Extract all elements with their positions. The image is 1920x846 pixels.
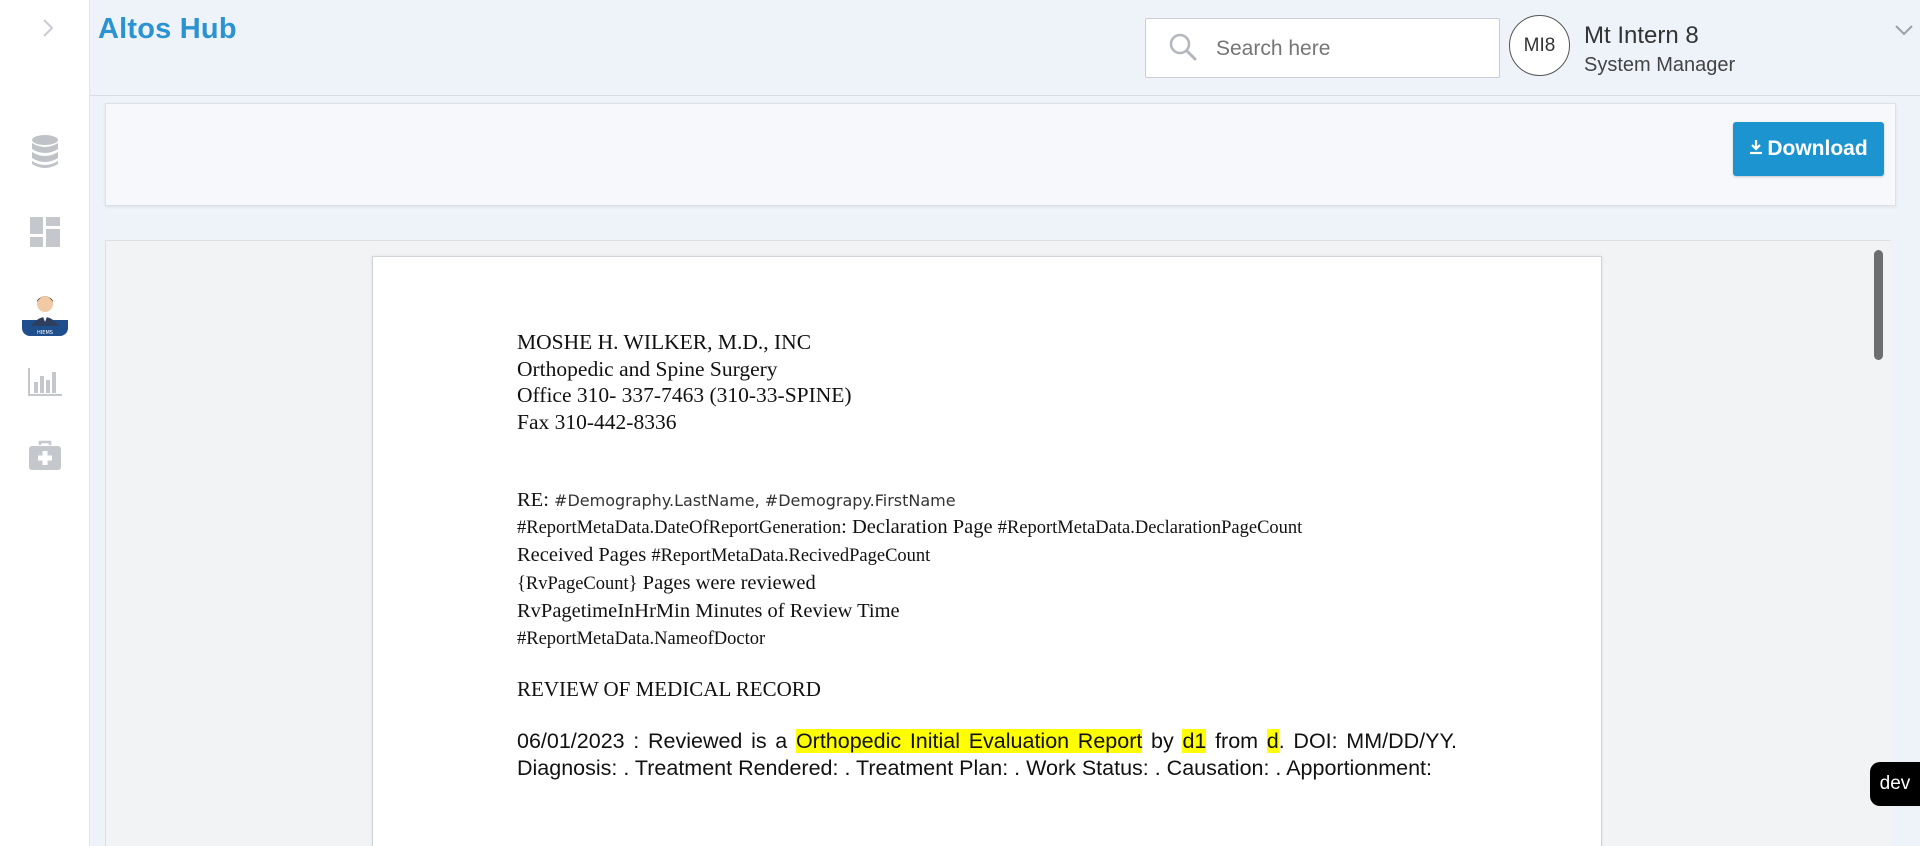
app-title[interactable]: Altos Hub	[98, 13, 237, 46]
download-button[interactable]: Download	[1733, 122, 1884, 176]
download-label: Download	[1767, 137, 1868, 160]
database-icon	[29, 134, 61, 175]
sidebar: HIEMS	[0, 0, 90, 846]
summary-author: d1	[1182, 729, 1207, 753]
declaration-text: : Declaration Page	[841, 516, 998, 538]
review-time-text: Minutes of Review Time	[690, 600, 900, 622]
summary-lead: : Reviewed is a	[624, 729, 796, 753]
search-icon[interactable]	[1168, 32, 1198, 67]
user-role: System Manager	[1584, 54, 1736, 76]
viewer-scrollbar-thumb[interactable]	[1874, 250, 1883, 360]
doctor-placeholder: #ReportMetaData.NameofDoctor	[517, 629, 766, 649]
report-meta-block: RE: #Demography.LastName, #Demograpy.Fir…	[517, 487, 1457, 653]
letterhead-office: Office 310- 337-7463 (310-33-SPINE)	[517, 383, 852, 407]
document-content: MOSHE H. WILKER, M.D., INC Orthopedic an…	[517, 329, 1457, 782]
letterhead-name: MOSHE H. WILKER, M.D., INC	[517, 330, 812, 354]
sidebar-item-database[interactable]	[22, 131, 68, 177]
sidebar-item-dashboard[interactable]	[22, 211, 68, 257]
date-placeholder: #ReportMetaData.DateOfReportGeneration	[517, 518, 842, 538]
sidebar-item-reports[interactable]	[22, 361, 68, 407]
document-page: MOSHE H. WILKER, M.D., INC Orthopedic an…	[372, 256, 1602, 846]
chevron-down-icon[interactable]	[1894, 23, 1914, 42]
top-header: Altos Hub MI8 Mt Intern 8 System Manager	[90, 0, 1920, 96]
summary-by: by	[1142, 729, 1183, 753]
section-title: REVIEW OF MEDICAL RECORD	[517, 677, 821, 701]
dashboard-icon	[30, 216, 60, 252]
re-label: RE:	[517, 489, 555, 511]
re-line: RE: #Demography.LastName, #Demograpy.Fir…	[517, 487, 1457, 514]
medical-kit-icon	[29, 440, 61, 475]
letterhead-fax: Fax 310-442-8336	[517, 409, 677, 434]
record-summary: 06/01/2023 : Reviewed is a Orthopedic In…	[517, 728, 1457, 782]
date-line: #ReportMetaData.DateOfReportGeneration: …	[517, 514, 1457, 542]
document-toolbar: Download	[105, 103, 1896, 206]
hiems-badge-text: HIEMS	[37, 330, 53, 336]
sidebar-item-medical[interactable]	[22, 434, 68, 480]
download-icon	[1749, 137, 1763, 161]
received-line: Received Pages #ReportMetaData.RecivedPa…	[517, 542, 1457, 570]
review-time-line: RvPagetimeInHrMin Minutes of Review Time	[517, 598, 1457, 625]
env-badge: dev	[1870, 762, 1920, 806]
re-placeholder: #Demography.LastName, #Demograpy.FirstNa…	[554, 491, 956, 510]
user-name[interactable]: Mt Intern 8	[1584, 22, 1699, 50]
expand-sidebar-chevron-icon[interactable]	[38, 16, 58, 40]
search-box[interactable]	[1145, 18, 1500, 78]
user-avatar[interactable]: MI8	[1509, 15, 1570, 76]
search-input[interactable]	[1216, 35, 1486, 63]
doctor-line: #ReportMetaData.NameofDoctor	[517, 625, 1457, 653]
doctor-avatar-icon: HIEMS	[22, 289, 68, 341]
received-text: Received Pages	[517, 544, 652, 566]
document-viewer[interactable]: MOSHE H. WILKER, M.D., INC Orthopedic an…	[105, 240, 1891, 846]
declaration-placeholder: #ReportMetaData.DeclarationPageCount	[997, 518, 1303, 538]
letterhead-specialty: Orthopedic and Spine Surgery	[517, 356, 778, 381]
reviewed-placeholder: {RvPageCount}	[517, 574, 638, 594]
summary-report-type: Orthopedic Initial Evaluation Report	[795, 729, 1143, 753]
summary-source: d	[1266, 729, 1279, 753]
reviewed-text: Pages were reviewed	[637, 572, 816, 594]
bar-chart-icon	[28, 367, 62, 401]
received-placeholder: #ReportMetaData.RecivedPageCount	[651, 546, 931, 566]
summary-from: from	[1206, 729, 1267, 753]
reviewed-line: {RvPageCount} Pages were reviewed	[517, 570, 1457, 598]
sidebar-item-hiems[interactable]: HIEMS	[22, 289, 68, 341]
review-time-placeholder: RvPagetimeInHrMin	[517, 600, 691, 622]
summary-date: 06/01/2023	[517, 729, 625, 753]
